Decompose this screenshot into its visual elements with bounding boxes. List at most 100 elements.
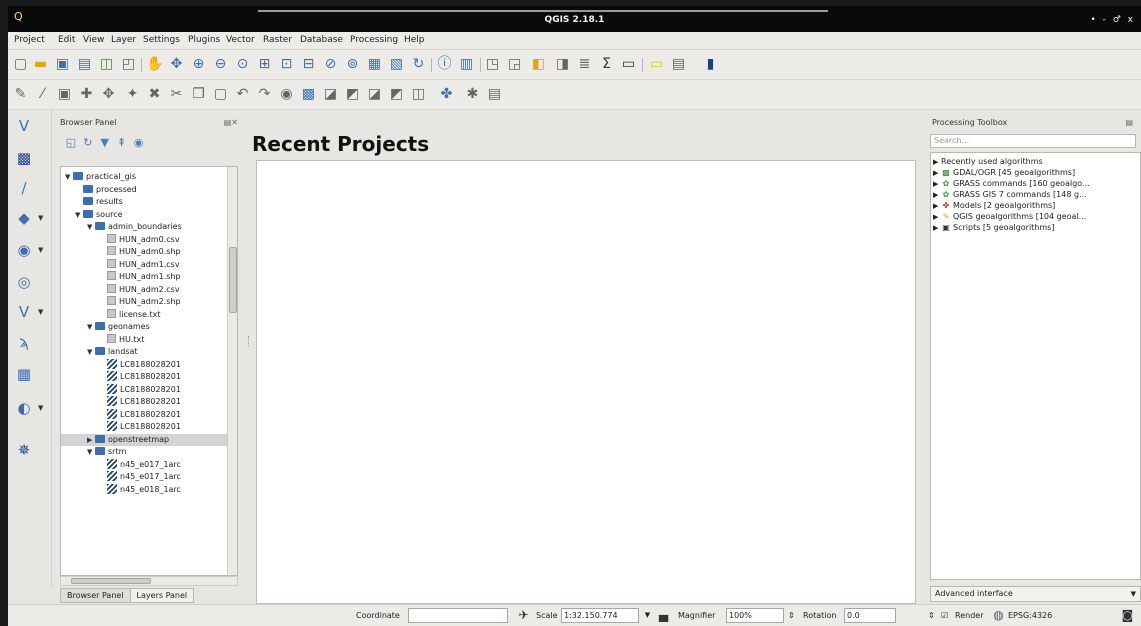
delete-selected-icon[interactable]: ✖: [146, 86, 163, 103]
new-print-composer-icon[interactable]: ◫: [98, 56, 115, 73]
crs-globe-icon[interactable]: ◍: [991, 608, 1006, 623]
menu-processing[interactable]: Processing: [350, 35, 398, 45]
chevron-down-icon[interactable]: ▼: [640, 608, 655, 623]
tree-item[interactable]: LC8188028201: [61, 358, 229, 371]
magnifier-stepper-icon[interactable]: ⇕: [788, 611, 795, 620]
processing-group[interactable]: ▶ ✤ Models [2 geoalgorithms]: [933, 200, 1055, 211]
processing-results-icon[interactable]: ▤: [486, 86, 503, 103]
interface-selector[interactable]: Advanced interface ▼: [930, 586, 1141, 602]
open-project-icon[interactable]: ▬: [32, 56, 49, 73]
processing-group[interactable]: ▶ ✿ GRASS commands [160 geoalgo...: [933, 178, 1090, 189]
add-postgis-layer-icon[interactable]: ◆: [14, 208, 34, 228]
save-as-icon[interactable]: ▤: [76, 56, 93, 73]
tree-item[interactable]: ▼ srtm: [61, 446, 229, 458]
add-postgis-dropdown-icon[interactable]: ▼: [38, 214, 43, 222]
tree-item[interactable]: LC8188028201: [61, 396, 229, 408]
render-checkbox[interactable]: ☑: [941, 611, 948, 620]
tree-item[interactable]: HUN_adm1.shp: [61, 271, 229, 283]
extents-toggle-icon[interactable]: ✈: [516, 608, 531, 623]
menu-plugins[interactable]: Plugins: [188, 35, 220, 45]
tree-item[interactable]: n45_e017_1arc: [61, 458, 229, 471]
menu-database[interactable]: Database: [300, 35, 343, 45]
open-table-icon[interactable]: ▥: [458, 56, 475, 73]
add-wcs-layer-icon[interactable]: ◎: [14, 272, 34, 292]
pan-icon[interactable]: ✋: [146, 56, 163, 73]
processing-group[interactable]: ▶ ▣ Scripts [5 geoalgorithms]: [933, 222, 1054, 233]
label-tool-icon[interactable]: ◉: [278, 86, 295, 103]
copy-features-icon[interactable]: ❐: [190, 86, 207, 103]
add-spatialite-layer-icon[interactable]: ∕: [14, 178, 34, 198]
add-virtual-layer-icon[interactable]: ▦: [14, 364, 34, 384]
messages-icon[interactable]: ◙: [1120, 608, 1135, 623]
save-project-icon[interactable]: ▣: [54, 56, 71, 73]
toggle-editing-icon[interactable]: ⁄: [34, 86, 51, 103]
tree-item[interactable]: ▼ practical_gis: [61, 171, 229, 183]
menu-raster[interactable]: Raster: [263, 35, 292, 45]
menu-help[interactable]: Help: [404, 35, 425, 45]
add-selected-icon[interactable]: ◱: [64, 136, 78, 149]
tree-item[interactable]: n45_e018_1arc: [61, 483, 229, 496]
redo-icon[interactable]: ↷: [256, 86, 273, 103]
tree-item[interactable]: ▼ admin_boundaries: [61, 221, 229, 233]
processing-group[interactable]: ▶ Recently used algorithms: [933, 156, 1043, 167]
tree-item[interactable]: HU.txt: [61, 333, 229, 346]
move-feature-icon[interactable]: ✥: [100, 86, 117, 103]
add-wms-dropdown-icon[interactable]: ▼: [38, 246, 43, 254]
processing-group[interactable]: ▶ ▩ GDAL/OGR [45 geoalgorithms]: [933, 167, 1075, 178]
label-change-icon[interactable]: ◩: [388, 86, 405, 103]
add-vector-layer-icon[interactable]: V: [14, 116, 34, 136]
refresh-icon[interactable]: ↻: [81, 136, 95, 149]
panel-float-close-icon[interactable]: ▤✕: [224, 118, 238, 127]
processing-tree[interactable]: ▶ Recently used algorithms ▶ ▩ GDAL/OGR [45 …: [930, 152, 1141, 580]
tree-item[interactable]: HUN_adm1.csv: [61, 258, 229, 271]
zoom-selection-icon[interactable]: ⊡: [278, 56, 295, 73]
statistics-icon[interactable]: ≣: [576, 56, 593, 73]
rotation-field[interactable]: 0.0: [844, 608, 896, 623]
label-pin-icon[interactable]: ▩: [300, 86, 317, 103]
processing-group[interactable]: ▶ ✎ QGIS geoalgorithms [104 geoal...: [933, 211, 1086, 222]
scroll-thumb[interactable]: [229, 247, 237, 313]
tree-item[interactable]: HUN_adm0.csv: [61, 233, 229, 246]
rotation-stepper-icon[interactable]: ⇕: [928, 611, 935, 620]
zoom-next-icon[interactable]: ⊚: [344, 56, 361, 73]
gps-tools-icon[interactable]: ✵: [14, 440, 34, 460]
new-bookmark-icon[interactable]: ▦: [366, 56, 383, 73]
collapsed-arrow-icon[interactable]: ▶: [933, 223, 941, 234]
lock-icon[interactable]: ▄: [656, 608, 671, 623]
tree-item[interactable]: LC8188028201: [61, 421, 229, 433]
expanded-arrow-icon[interactable]: ▼: [87, 346, 95, 358]
identify-icon[interactable]: ⓘ: [436, 56, 453, 73]
zoom-native-icon[interactable]: ⊙: [234, 56, 251, 73]
pan-to-selection-icon[interactable]: ✥: [168, 56, 185, 73]
tree-item[interactable]: processed: [61, 184, 229, 196]
undo-icon[interactable]: ↶: [234, 86, 251, 103]
expanded-arrow-icon[interactable]: ▼: [87, 446, 95, 458]
browser-tree[interactable]: n45_e018_1arc n45_e017_1arc n45_e017_1arc ▼…: [60, 166, 238, 576]
paste-features-icon[interactable]: ▢: [212, 86, 229, 103]
zoom-layer-icon[interactable]: ⊟: [300, 56, 317, 73]
zoom-out-icon[interactable]: ⊖: [212, 56, 229, 73]
tree-item[interactable]: ▼ source: [61, 209, 229, 221]
new-layer-icon[interactable]: ◐: [14, 398, 34, 418]
tree-item[interactable]: HUN_adm0.shp: [61, 246, 229, 258]
python-console-icon[interactable]: ✤: [438, 86, 455, 103]
tree-item[interactable]: HUN_adm2.csv: [61, 283, 229, 296]
tree-item[interactable]: results: [61, 196, 229, 208]
help-book-icon[interactable]: ▮: [702, 56, 719, 73]
crs-label[interactable]: EPSG:4326: [1008, 611, 1052, 620]
tree-item[interactable]: HUN_adm2.shp: [61, 296, 229, 308]
add-raster-layer-icon[interactable]: ▩: [14, 148, 34, 168]
label-move-icon[interactable]: ◩: [344, 86, 361, 103]
save-edits-icon[interactable]: ▣: [56, 86, 73, 103]
add-wms-layer-icon[interactable]: ◉: [14, 240, 34, 260]
annotation-icon[interactable]: ▤: [670, 56, 687, 73]
expanded-arrow-icon[interactable]: ▼: [87, 321, 95, 333]
tree-item[interactable]: license.txt: [61, 308, 229, 321]
sum-icon[interactable]: Σ: [598, 56, 615, 73]
add-feature-icon[interactable]: ✚: [78, 86, 95, 103]
browser-horizontal-scrollbar[interactable]: [60, 576, 238, 586]
expanded-arrow-icon[interactable]: ▼: [87, 221, 95, 233]
tree-item[interactable]: ▼ landsat: [61, 346, 229, 358]
label-show-icon[interactable]: ◪: [322, 86, 339, 103]
add-delimited-text-icon[interactable]: ϡ: [14, 332, 34, 352]
